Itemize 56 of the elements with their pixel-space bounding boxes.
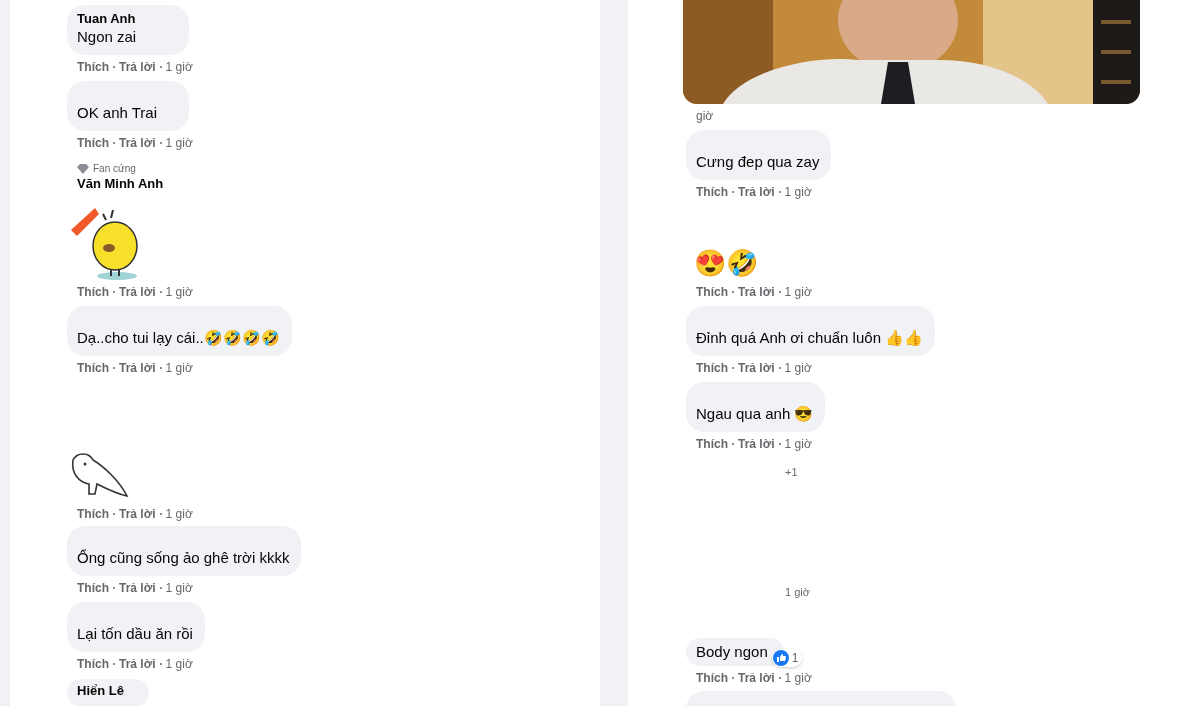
- reply-link[interactable]: Trả lời: [119, 284, 156, 300]
- comment-text: Ngon zai: [77, 27, 137, 47]
- note-text: 1 giờ: [785, 586, 810, 598]
- like-link[interactable]: Thích: [696, 436, 728, 452]
- like-link[interactable]: Thích: [77, 284, 109, 300]
- timestamp: 1 giờ: [784, 184, 812, 200]
- timestamp: 1 giờ: [165, 656, 193, 672]
- note-text: +1: [785, 466, 798, 478]
- fan-label: Fan cứng: [93, 163, 136, 174]
- timestamp: 1 giờ: [784, 284, 812, 300]
- reply-link[interactable]: Trả lời: [119, 506, 156, 522]
- reply-link[interactable]: Trả lời: [738, 184, 775, 200]
- reply-link[interactable]: Trả lời: [119, 656, 156, 672]
- thumbs-up-icon: [772, 650, 789, 666]
- reply-link[interactable]: Trả lời: [738, 360, 775, 376]
- timestamp: giờ: [696, 108, 714, 124]
- comment-text: Cưng đep qua zay: [696, 152, 820, 172]
- reply-link[interactable]: Trả lời: [738, 284, 775, 300]
- comment-text: Ngau qua anh 😎: [696, 404, 814, 424]
- like-link[interactable]: Thích: [77, 506, 109, 522]
- like-link[interactable]: Thích: [696, 284, 728, 300]
- like-link[interactable]: Thích: [77, 59, 109, 75]
- like-link[interactable]: Thích: [696, 184, 728, 200]
- timestamp: 1 giờ: [165, 284, 193, 300]
- like-link[interactable]: Thích: [77, 135, 109, 151]
- comment-text: OK anh Trai: [77, 103, 158, 123]
- timestamp: 1 giờ: [784, 360, 812, 376]
- reply-link[interactable]: Trả lời: [738, 436, 775, 452]
- comment-text: Body ngon: [696, 642, 768, 662]
- comment-text: Lại tốn dầu ăn rồi: [77, 624, 193, 644]
- reply-link[interactable]: Trả lời: [119, 580, 156, 596]
- like-link[interactable]: Thích: [77, 360, 109, 376]
- timestamp: 1 giờ: [165, 506, 193, 522]
- reply-link[interactable]: Trả lời: [119, 59, 156, 75]
- reply-link[interactable]: Trả lời: [738, 670, 775, 686]
- emoji-text: 😍🤣: [694, 247, 758, 280]
- comment-text: Đỉnh quá Anh ơi chuẩn luôn 👍👍: [696, 328, 924, 348]
- comment-text: Ổng cũng sống ảo ghê trời kkkk: [77, 548, 290, 568]
- like-link[interactable]: Thích: [77, 656, 109, 672]
- reply-link[interactable]: Trả lời: [119, 360, 156, 376]
- reply-link[interactable]: Trả lời: [119, 135, 156, 151]
- author-name[interactable]: Tuan Anh: [77, 11, 136, 27]
- reaction-badge[interactable]: 1: [771, 649, 803, 667]
- timestamp: 1 giờ: [165, 580, 193, 596]
- like-link[interactable]: Thích: [77, 580, 109, 596]
- timestamp: 1 giờ: [784, 436, 812, 452]
- timestamp: 1 giờ: [165, 59, 193, 75]
- diamond-icon: [77, 163, 89, 174]
- like-link[interactable]: Thích: [696, 670, 728, 686]
- timestamp: 1 giờ: [784, 670, 812, 686]
- like-link[interactable]: Thích: [696, 360, 728, 376]
- comment-text: Dạ..cho tui lạy cái..🤣🤣🤣🤣: [77, 328, 280, 348]
- timestamp: 1 giờ: [165, 360, 193, 376]
- author-name[interactable]: Hiển Lê: [77, 683, 124, 699]
- author-name[interactable]: Văn Minh Anh: [77, 176, 164, 192]
- timestamp: 1 giờ: [165, 135, 193, 151]
